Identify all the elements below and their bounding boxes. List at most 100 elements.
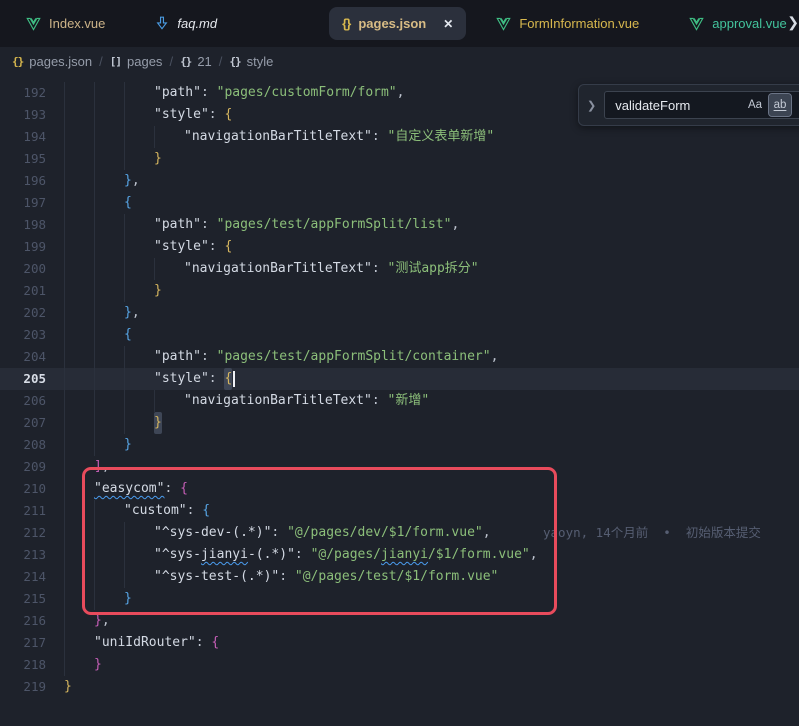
indent-guide — [64, 412, 94, 434]
line-number[interactable]: 199 — [0, 236, 46, 258]
code-line-212[interactable]: 212"^sys-dev-(.*)": "@/pages/dev/$1/form… — [0, 522, 799, 544]
code-editor[interactable]: 192"path": "pages/customForm/form",193"s… — [0, 75, 799, 726]
line-number[interactable]: 216 — [0, 610, 46, 632]
code-line-198[interactable]: 198"path": "pages/test/appFormSplit/list… — [0, 214, 799, 236]
line-number[interactable]: 215 — [0, 588, 46, 610]
line-number[interactable]: 208 — [0, 434, 46, 456]
code-line-197[interactable]: 197{ — [0, 192, 799, 214]
code-line-214[interactable]: 214"^sys-test-(.*)": "@/pages/test/$1/fo… — [0, 566, 799, 588]
code-token: } — [124, 302, 132, 324]
code-line-217[interactable]: 217"uniIdRouter": { — [0, 632, 799, 654]
code-token: jianyi — [381, 544, 428, 566]
code-token: , — [132, 302, 140, 324]
line-number[interactable]: 217 — [0, 632, 46, 654]
line-number[interactable]: 198 — [0, 214, 46, 236]
line-content: "easycom": { — [64, 478, 188, 500]
code-line-196[interactable]: 196}, — [0, 170, 799, 192]
code-line-213[interactable]: 213"^sys-jianyi-(.*)": "@/pages/jianyi/$… — [0, 544, 799, 566]
line-number[interactable]: 204 — [0, 346, 46, 368]
find-input[interactable]: validateForm Aa ab .* — [604, 91, 799, 119]
breadcrumb-item-style[interactable]: {}style — [229, 54, 273, 69]
code-line-209[interactable]: 209], — [0, 456, 799, 478]
code-line-205[interactable]: 205"style": { — [0, 368, 799, 390]
tab-overflow-chevron-icon[interactable]: ❯ — [787, 14, 799, 31]
code-line-200[interactable]: 200"navigationBarTitleText": "测试app拆分" — [0, 258, 799, 280]
line-content: "path": "pages/test/appFormSplit/contain… — [64, 346, 498, 368]
line-number[interactable]: 193 — [0, 104, 46, 126]
code-token: "navigationBarTitleText" — [184, 258, 372, 280]
code-line-215[interactable]: 215} — [0, 588, 799, 610]
code-line-195[interactable]: 195} — [0, 148, 799, 170]
code-line-206[interactable]: 206"navigationBarTitleText": "新增" — [0, 390, 799, 412]
indent-guide — [94, 302, 124, 324]
tab-faq-md[interactable]: faq.md — [135, 7, 237, 40]
line-number[interactable]: 218 — [0, 654, 46, 676]
code-line-203[interactable]: 203{ — [0, 324, 799, 346]
code-line-201[interactable]: 201} — [0, 280, 799, 302]
code-line-211[interactable]: 211"custom": { — [0, 500, 799, 522]
indent-guide — [64, 346, 94, 368]
line-number[interactable]: 203 — [0, 324, 46, 346]
code-line-210[interactable]: 210 "easycom": { — [0, 478, 799, 500]
code-token: } — [154, 280, 162, 302]
code-token: "@/pages/dev/$1/form.vue" — [287, 522, 483, 544]
indent-guide — [64, 214, 94, 236]
whole-word-button[interactable]: ab — [769, 94, 791, 116]
code-token: "自定义表单新增" — [388, 126, 495, 148]
tab-pages-json[interactable]: { }pages.json✕ — [329, 7, 466, 40]
find-input-value[interactable]: validateForm — [615, 98, 741, 113]
tab-index-vue[interactable]: Index.vue — [6, 7, 125, 40]
line-number[interactable]: 192 — [0, 82, 46, 104]
code-token: : — [372, 126, 388, 148]
code-line-219[interactable]: 219} — [0, 676, 799, 698]
line-content: ], — [64, 456, 110, 478]
code-line-202[interactable]: 202}, — [0, 302, 799, 324]
breadcrumb-item-pages[interactable]: []pages — [110, 54, 163, 69]
code-line-208[interactable]: 208} — [0, 434, 799, 456]
code-token: "新增" — [388, 390, 430, 412]
indent-guide — [94, 280, 124, 302]
line-number[interactable]: 205 — [0, 368, 46, 390]
tab-label: faq.md — [177, 16, 217, 31]
line-number[interactable]: 213 — [0, 544, 46, 566]
line-number[interactable]: 196 — [0, 170, 46, 192]
line-number[interactable]: 209 — [0, 456, 46, 478]
line-number[interactable]: 212 — [0, 522, 46, 544]
indent-guide — [64, 280, 94, 302]
line-number[interactable]: 194 — [0, 126, 46, 148]
code-line-194[interactable]: 194"navigationBarTitleText": "自定义表单新增" — [0, 126, 799, 148]
match-case-button[interactable]: Aa — [744, 94, 766, 116]
code-line-199[interactable]: 199"style": { — [0, 236, 799, 258]
code-line-216[interactable]: 216}, — [0, 610, 799, 632]
code-token: } — [94, 610, 102, 632]
line-number[interactable]: 214 — [0, 566, 46, 588]
breadcrumb-item-21[interactable]: {}21 — [180, 54, 212, 69]
code-token: /$1/form.vue" — [428, 544, 530, 566]
indent-guide — [94, 82, 124, 104]
line-number[interactable]: 197 — [0, 192, 46, 214]
line-number[interactable]: 195 — [0, 148, 46, 170]
markdown-icon — [155, 16, 169, 31]
code-token: : — [209, 236, 225, 258]
breadcrumb-label: style — [247, 54, 274, 69]
indent-guide — [94, 324, 124, 346]
breadcrumb-label: pages.json — [29, 54, 92, 69]
line-number[interactable]: 219 — [0, 676, 46, 698]
tab-forminformation-vue[interactable]: FormInformation.vue — [476, 7, 659, 40]
line-number[interactable]: 200 — [0, 258, 46, 280]
indent-guide — [124, 522, 154, 544]
tab-approval-vue[interactable]: approval.vue — [669, 7, 799, 40]
breadcrumb-item-pages-json[interactable]: {}pages.json — [12, 54, 92, 69]
code-line-204[interactable]: 204 "path": "pages/test/appFormSplit/cont… — [0, 346, 799, 368]
line-number[interactable]: 210 — [0, 478, 46, 500]
regex-button[interactable]: .* — [794, 94, 799, 116]
line-number[interactable]: 202 — [0, 302, 46, 324]
expand-replace-chevron-icon[interactable]: ❯ — [587, 99, 596, 112]
close-icon[interactable]: ✕ — [443, 18, 453, 30]
code-line-218[interactable]: 218} — [0, 654, 799, 676]
line-number[interactable]: 206 — [0, 390, 46, 412]
line-number[interactable]: 201 — [0, 280, 46, 302]
code-line-207[interactable]: 207} — [0, 412, 799, 434]
line-number[interactable]: 211 — [0, 500, 46, 522]
line-number[interactable]: 207 — [0, 412, 46, 434]
